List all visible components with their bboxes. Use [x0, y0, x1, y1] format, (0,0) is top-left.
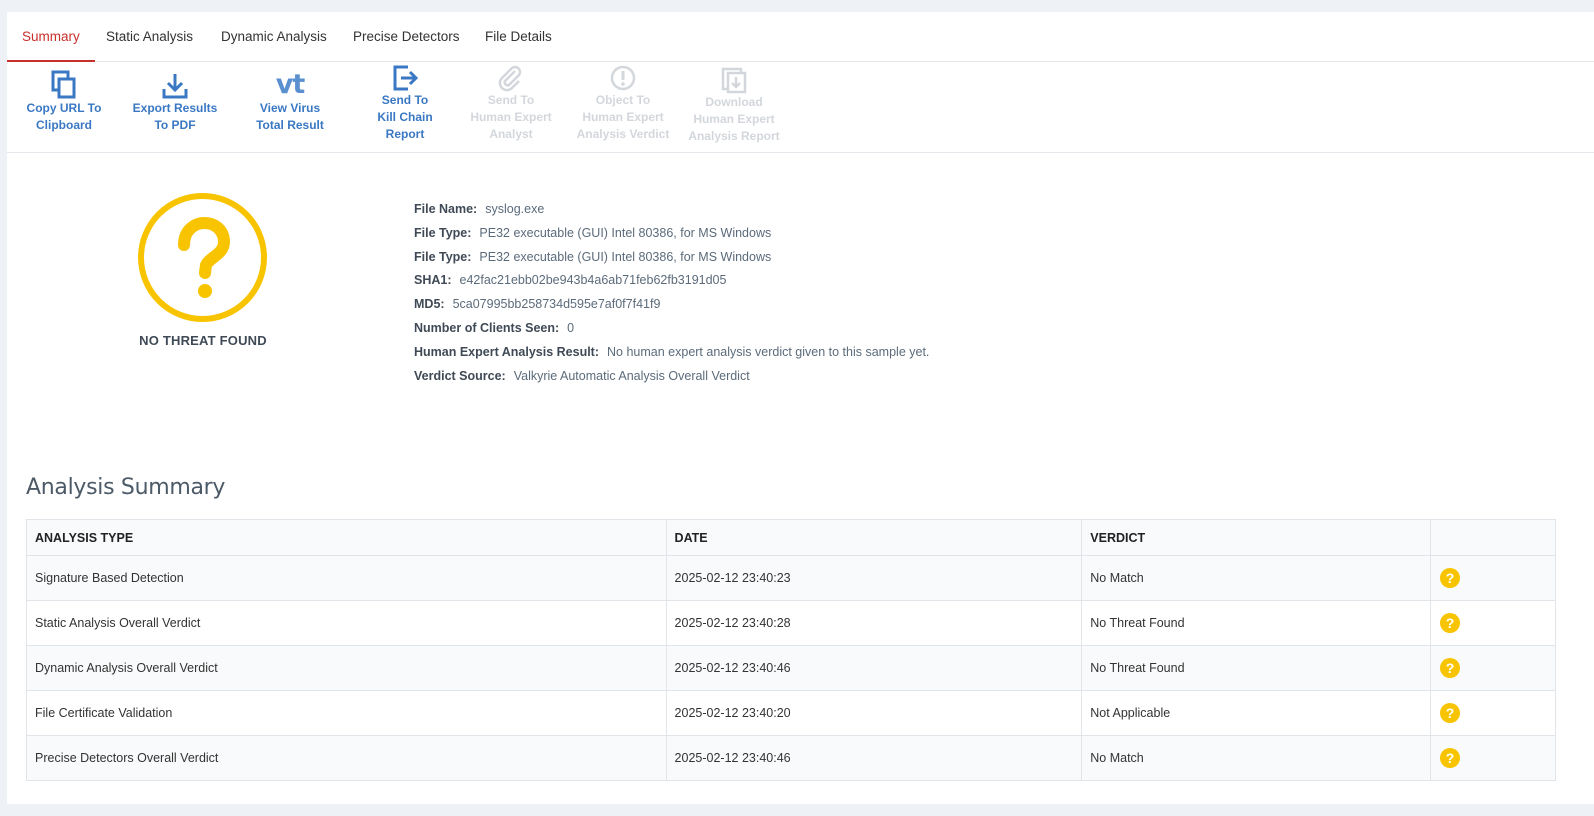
virustotal-icon: vt	[275, 69, 305, 100]
send-human-expert-button[interactable]: Send To Human Expert Analyst	[455, 62, 567, 143]
table-row: Signature Based Detection 2025-02-12 23:…	[26, 555, 1556, 601]
send-arrow-icon	[393, 65, 419, 91]
clients-seen-row: Number of Clients Seen: 0	[414, 320, 575, 335]
verdict-cell: No Match	[1081, 735, 1432, 781]
verdict-label: NO THREAT FOUND	[139, 333, 267, 348]
date-cell: 2025-02-12 23:40:20	[665, 690, 1083, 736]
view-virustotal-button[interactable]: vt View Virus Total Result	[234, 62, 346, 134]
tab-precise-detectors[interactable]: Precise Detectors	[353, 12, 460, 61]
column-analysis-type: ANALYSIS TYPE	[26, 519, 667, 556]
verdict-icon-cell: ?	[1430, 735, 1556, 781]
sha1-value: e42fac21ebb02be943b4a6ab71feb62fb3191d05	[459, 273, 727, 288]
file-name-row: File Name: syslog.exe	[414, 202, 545, 216]
table-row: Static Analysis Overall Verdict 2025-02-…	[26, 600, 1556, 646]
send-human-expert-label: Send To Human Expert Analyst	[470, 93, 552, 141]
copy-url-label: Copy URL To Clipboard	[26, 101, 102, 132]
tab-static-analysis[interactable]: Static Analysis	[106, 12, 193, 61]
file-type-row: File Type: PE32 executable (GUI) Intel 80…	[414, 225, 772, 240]
download-icon	[162, 74, 188, 99]
download-expert-report-button[interactable]: Download Human Expert Analysis Report	[678, 62, 790, 145]
column-verdict-icon	[1430, 519, 1556, 556]
file-type-value: PE32 executable (GUI) Intel 80386, for M…	[479, 249, 772, 264]
question-icon: ?	[1440, 703, 1461, 723]
object-verdict-label: Object To Human Expert Analysis Verdict	[576, 93, 670, 141]
verdict-icon-cell: ?	[1430, 645, 1556, 691]
paperclip-icon	[498, 65, 522, 92]
object-verdict-button[interactable]: Object To Human Expert Analysis Verdict	[567, 62, 679, 143]
send-kill-chain-label: Send To Kill Chain Report	[377, 93, 433, 141]
verdict-icon-cell: ?	[1430, 690, 1556, 736]
question-icon: ?	[1440, 748, 1461, 768]
action-toolbar: Copy URL To Clipboard Export Results To …	[7, 62, 1594, 153]
date-cell: 2025-02-12 23:40:46	[665, 645, 1083, 691]
date-cell: 2025-02-12 23:40:23	[665, 555, 1083, 601]
download-expert-report-label: Download Human Expert Analysis Report	[688, 95, 780, 143]
send-kill-chain-button[interactable]: Send To Kill Chain Report	[349, 62, 461, 143]
analysis-type-cell: Precise Detectors Overall Verdict	[26, 735, 667, 781]
table-row: Dynamic Analysis Overall Verdict 2025-02…	[26, 645, 1556, 691]
question-icon: ?	[1440, 613, 1461, 633]
md5-row: MD5: 5ca07995bb258734d595e7af0f7f41f9	[414, 297, 661, 312]
column-verdict: VERDICT	[1081, 519, 1432, 556]
md5-value: 5ca07995bb258734d595e7af0f7f41f9	[452, 297, 661, 312]
column-date: DATE	[665, 519, 1083, 556]
analysis-type-cell: Dynamic Analysis Overall Verdict	[26, 645, 667, 691]
verdict-question-icon	[138, 193, 267, 322]
table-header-row: ANALYSIS TYPE DATE VERDICT	[26, 519, 1556, 556]
tab-summary[interactable]: Summary	[7, 12, 95, 62]
analysis-type-cell: File Certificate Validation	[26, 690, 667, 736]
human-expert-result-value: No human expert analysis verdict given t…	[607, 344, 930, 359]
file-type-value: PE32 executable (GUI) Intel 80386, for M…	[479, 225, 772, 240]
verdict-source-row: Verdict Source: Valkyrie Automatic Analys…	[414, 368, 750, 383]
analysis-summary-title: Analysis Summary	[26, 475, 226, 500]
file-name-value: syslog.exe	[485, 202, 545, 216]
tab-bar: Summary Static Analysis Dynamic Analysis…	[7, 12, 1594, 62]
analysis-summary-table: ANALYSIS TYPE DATE VERDICT Signature Bas…	[26, 519, 1556, 781]
verdict-icon-cell: ?	[1430, 555, 1556, 601]
sha1-row: SHA1: e42fac21ebb02be943b4a6ab71feb62fb31…	[414, 273, 727, 288]
date-cell: 2025-02-12 23:40:28	[665, 600, 1083, 646]
verdict-cell: Not Applicable	[1081, 690, 1432, 736]
exclamation-icon	[610, 65, 636, 91]
date-cell: 2025-02-12 23:40:46	[665, 735, 1083, 781]
file-info-list: File Name: syslog.exe File Type: PE32 exec…	[414, 202, 929, 392]
file-type-row: File Type: PE32 executable (GUI) Intel 80…	[414, 249, 772, 264]
question-icon: ?	[1440, 568, 1461, 588]
copy-url-button[interactable]: Copy URL To Clipboard	[8, 62, 120, 134]
verdict-source-value: Valkyrie Automatic Analysis Overall Verd…	[513, 368, 750, 383]
export-pdf-button[interactable]: Export Results To PDF	[119, 62, 231, 134]
clients-seen-value: 0	[567, 320, 575, 335]
table-row: File Certificate Validation 2025-02-12 2…	[26, 690, 1556, 736]
download-report-icon	[721, 67, 747, 94]
tab-dynamic-analysis[interactable]: Dynamic Analysis	[221, 12, 327, 61]
export-pdf-label: Export Results To PDF	[132, 101, 218, 132]
analysis-type-cell: Static Analysis Overall Verdict	[26, 600, 667, 646]
verdict-icon-cell: ?	[1430, 600, 1556, 646]
analysis-type-cell: Signature Based Detection	[26, 555, 667, 601]
tab-file-details[interactable]: File Details	[485, 12, 552, 61]
human-expert-result-row: Human Expert Analysis Result: No human ex…	[414, 344, 930, 359]
table-row: Precise Detectors Overall Verdict 2025-0…	[26, 735, 1556, 781]
verdict-cell: No Threat Found	[1081, 645, 1432, 691]
copy-icon	[51, 70, 76, 99]
view-virustotal-label: View Virus Total Result	[256, 101, 324, 132]
question-icon: ?	[1440, 658, 1461, 678]
verdict-cell: No Threat Found	[1081, 600, 1432, 646]
main-panel: Summary Static Analysis Dynamic Analysis…	[7, 12, 1594, 804]
verdict-cell: No Match	[1081, 555, 1432, 601]
